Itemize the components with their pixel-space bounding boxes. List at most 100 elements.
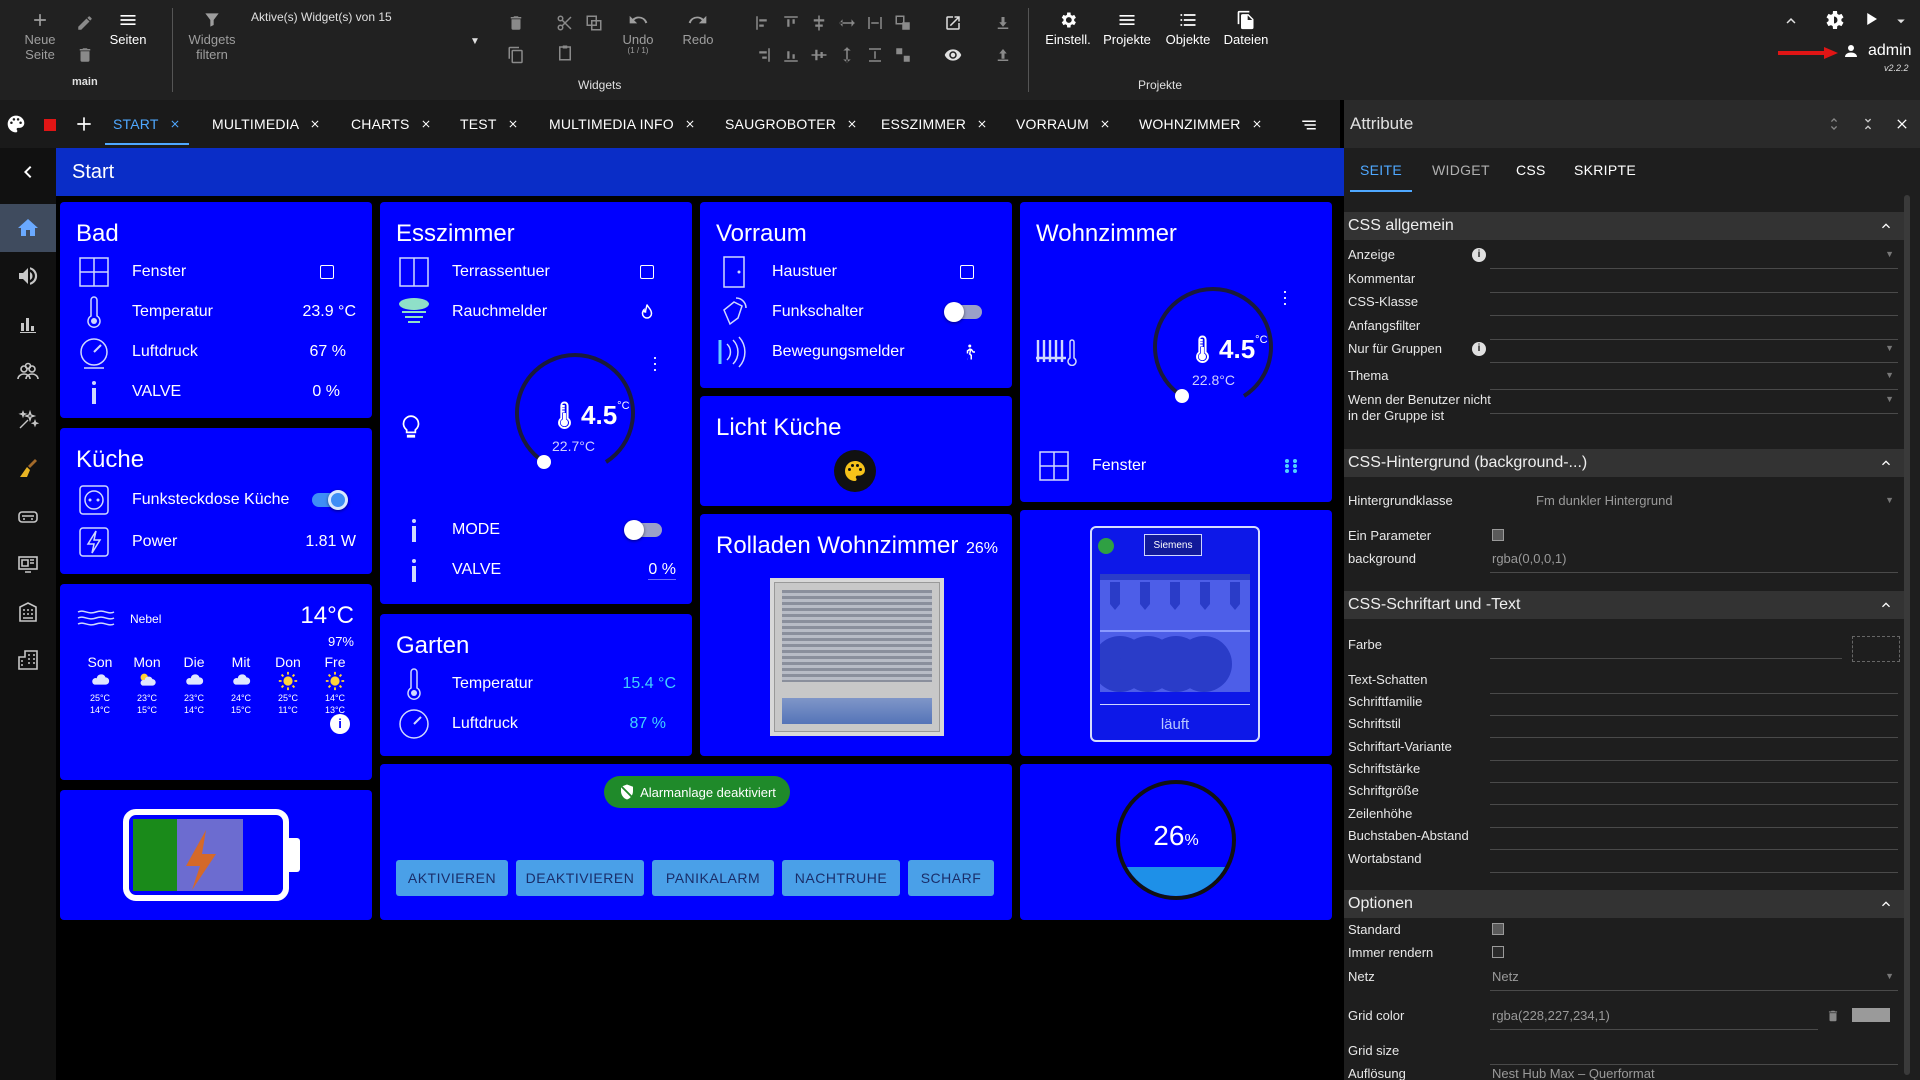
- new-page-button[interactable]: Neue Seite: [22, 10, 58, 62]
- distribute-h-icon[interactable]: [838, 14, 856, 32]
- row-bg-class[interactable]: Hintergrundklasse Fm dunkler Hintergrund ▼: [1348, 493, 1898, 515]
- tab-menu-icon[interactable]: [1300, 116, 1318, 134]
- row-mode[interactable]: MODE: [396, 512, 676, 548]
- row-font_rows-7[interactable]: Zeilenhöhe: [1348, 806, 1898, 828]
- sidebar-item-groups[interactable]: [0, 348, 56, 396]
- collapse-sidebar-button[interactable]: [0, 148, 56, 196]
- tab-multimedia[interactable]: MULTIMEDIA: [212, 100, 321, 148]
- color-light-button[interactable]: [834, 450, 876, 492]
- row-css_rows-0[interactable]: Anzeige ▼ i: [1348, 247, 1898, 269]
- play-icon[interactable]: [1862, 10, 1880, 28]
- duplicate-icon[interactable]: [585, 14, 603, 32]
- files-button[interactable]: Dateien: [1222, 10, 1270, 47]
- panel-tab-widget[interactable]: WIDGET: [1432, 148, 1490, 192]
- row-window[interactable]: Fenster: [76, 254, 356, 290]
- one-param-checkbox[interactable]: [1492, 529, 1504, 541]
- sidebar-item-monitor[interactable]: [0, 540, 56, 588]
- tab-multimedia-info[interactable]: MULTIMEDIA INFO: [549, 100, 696, 148]
- sidebar-item-apartment[interactable]: [0, 636, 56, 684]
- width-icon[interactable]: [866, 14, 884, 32]
- card-rolladen[interactable]: Rolladen Wohnzimmer 26%: [700, 514, 1012, 756]
- color-swatch[interactable]: [1852, 636, 1900, 662]
- row-font_rows-9[interactable]: Wortabstand: [1348, 851, 1898, 873]
- row-grid-size[interactable]: Grid size: [1348, 1043, 1898, 1065]
- mode-toggle[interactable]: [624, 520, 662, 540]
- align-bottom-icon[interactable]: [782, 46, 800, 64]
- grid-color-swatch[interactable]: [1852, 1008, 1890, 1022]
- widgets-dropdown-icon[interactable]: ▼: [470, 36, 488, 54]
- row-font_rows-8[interactable]: Buchstaben-Abstand: [1348, 828, 1898, 850]
- stop-icon[interactable]: [44, 119, 56, 131]
- chevron-up-icon[interactable]: [1782, 12, 1800, 30]
- redo-button[interactable]: Redo: [680, 10, 716, 47]
- align-right-icon[interactable]: [754, 46, 772, 64]
- weather-info-icon[interactable]: i: [330, 714, 350, 734]
- switch-toggle[interactable]: [944, 302, 982, 322]
- row-css_rows-2[interactable]: CSS-Klasse: [1348, 294, 1898, 316]
- tab-start[interactable]: START: [105, 100, 189, 148]
- row-grid[interactable]: Netz Netz ▼: [1348, 969, 1898, 991]
- alarm-panikalarm-button[interactable]: PANIKALARM: [652, 860, 774, 896]
- close-tab-icon[interactable]: [976, 118, 988, 130]
- height-icon[interactable]: [866, 46, 884, 64]
- open-external-icon[interactable]: [944, 14, 962, 32]
- panel-tab-skripte[interactable]: SKRIPTE: [1574, 148, 1636, 192]
- more-vert-icon[interactable]: · · ·: [650, 348, 660, 378]
- export-icon[interactable]: [994, 46, 1012, 64]
- sidebar-item-multimedia[interactable]: [0, 252, 56, 300]
- align-top-icon[interactable]: [782, 14, 800, 32]
- row-door[interactable]: Terrassentuer: [396, 254, 676, 290]
- objects-button[interactable]: Objekte: [1164, 10, 1212, 47]
- sidebar-item-cleaning[interactable]: [0, 444, 56, 492]
- group-icon[interactable]: [894, 14, 912, 32]
- settings-button[interactable]: Einstell.: [1044, 10, 1092, 47]
- alarm-deaktivieren-button[interactable]: DEAKTIVIEREN: [516, 860, 644, 896]
- info-icon[interactable]: i: [1472, 248, 1486, 262]
- panel-tab-seite[interactable]: SEITE: [1350, 148, 1412, 192]
- row-font_rows-5[interactable]: Schriftstärke: [1348, 761, 1898, 783]
- row-door[interactable]: Haustuer: [716, 254, 996, 290]
- undo-button[interactable]: Undo (1 / 1): [620, 10, 656, 55]
- align-middle-icon[interactable]: [810, 46, 828, 64]
- row-grid-color[interactable]: Grid color rgba(228,227,234,1): [1348, 1008, 1898, 1034]
- row-css_rows-3[interactable]: Anfangsfilter: [1348, 318, 1898, 340]
- row-plug[interactable]: Funksteckdose Küche: [76, 480, 356, 520]
- delete-page-icon[interactable]: [76, 46, 94, 64]
- more-vert-icon[interactable]: · · ·: [1280, 282, 1290, 312]
- row-one-param[interactable]: Ein Parameter: [1348, 528, 1898, 546]
- close-tab-icon[interactable]: [684, 118, 696, 130]
- row-font_rows-2[interactable]: Schriftfamilie: [1348, 694, 1898, 716]
- align-left-icon[interactable]: [754, 14, 772, 32]
- dishwasher-widget[interactable]: Siemens läuft: [1090, 526, 1260, 742]
- trash-icon[interactable]: [1826, 1008, 1840, 1024]
- add-tab-icon[interactable]: [74, 114, 94, 134]
- collapse-icon[interactable]: [1860, 116, 1876, 132]
- paste-icon[interactable]: [556, 44, 574, 62]
- tab-charts[interactable]: CHARTS: [351, 100, 432, 148]
- section-css-font[interactable]: CSS-Schriftart und -Text: [1344, 591, 1904, 619]
- row-font_rows-4[interactable]: Schriftart-Variante: [1348, 739, 1898, 761]
- alarm-aktivieren-button[interactable]: AKTIVIEREN: [396, 860, 508, 896]
- distribute-v-icon[interactable]: [838, 46, 856, 64]
- always-render-checkbox[interactable]: [1492, 946, 1504, 958]
- sidebar-item-home[interactable]: [0, 204, 56, 252]
- edit-icon[interactable]: [76, 14, 94, 32]
- sidebar-item-scenes[interactable]: [0, 396, 56, 444]
- tab-esszimmer[interactable]: ESSZIMMER: [881, 100, 988, 148]
- row-font_rows-1[interactable]: Text-Schatten: [1348, 672, 1898, 694]
- tab-test[interactable]: TEST: [460, 100, 519, 148]
- panel-tab-css[interactable]: CSS: [1516, 148, 1546, 192]
- cut-icon[interactable]: [556, 14, 574, 32]
- theme-gear-icon[interactable]: [1822, 8, 1846, 32]
- alarm-nachtruhe-button[interactable]: NACHTRUHE: [782, 860, 900, 896]
- row-css_rows-4[interactable]: Nur für Gruppen ▼ i: [1348, 341, 1898, 363]
- section-options[interactable]: Optionen: [1344, 890, 1904, 918]
- row-switch[interactable]: Funkschalter: [716, 294, 996, 330]
- section-css-background[interactable]: CSS-Hintergrund (background-...): [1344, 449, 1904, 477]
- eye-icon[interactable]: [944, 46, 962, 64]
- close-tab-icon[interactable]: [420, 118, 432, 130]
- palette-icon[interactable]: [6, 114, 26, 134]
- trash-icon[interactable]: [507, 14, 525, 32]
- row-css_rows-1[interactable]: Kommentar: [1348, 271, 1898, 293]
- sidebar-item-building[interactable]: [0, 588, 56, 636]
